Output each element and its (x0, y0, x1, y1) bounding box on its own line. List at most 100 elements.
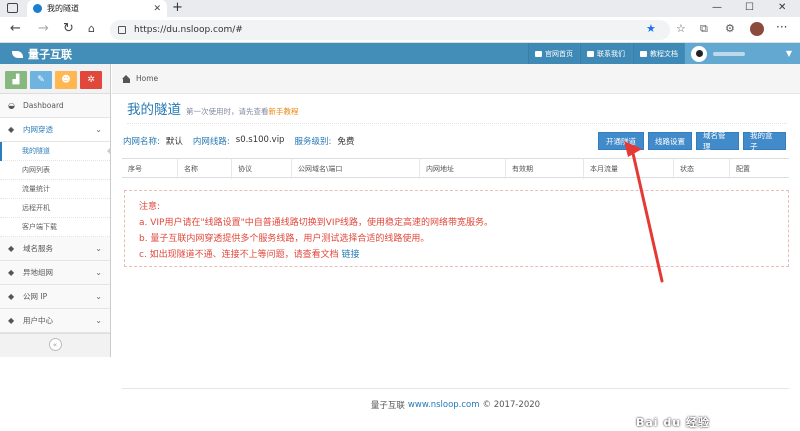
sidebar-item-label: Dashboard (23, 101, 64, 110)
close-tab-icon[interactable]: ✕ (153, 4, 161, 14)
users-shortcut-icon[interactable]: ☻ (55, 71, 77, 89)
sidebar-item-label: 域名服务 (23, 244, 53, 253)
tutorial-link[interactable]: 新手教程 (269, 106, 299, 117)
chevron-down-icon: ⌄ (95, 292, 102, 301)
chart-shortcut-icon[interactable]: ▟ (5, 71, 27, 89)
table-header[interactable]: 协议 (232, 159, 292, 179)
browser-profile-avatar[interactable] (750, 22, 764, 36)
sidebar-item-user-center[interactable]: ◆ 用户中心 ⌄ (0, 309, 110, 333)
maximize-icon[interactable]: ☐ (745, 2, 754, 13)
sidebar-item-intranet[interactable]: ◆ 内网穿透 ⌄ (0, 118, 110, 142)
new-tab-button[interactable]: + (172, 1, 183, 15)
sidebar-subitem-intranet-list[interactable]: 内网列表 (0, 161, 110, 180)
name-label: 内网名称: (123, 137, 160, 147)
browser-tab-strip: 我的隧道 ✕ + — ☐ ✕ (0, 0, 800, 17)
sidebar-item-remote-network[interactable]: ◆ 异地组网 ⌄ (0, 261, 110, 285)
home-icon (122, 74, 131, 83)
brand-logo[interactable]: 量子互联 (12, 46, 72, 62)
extensions-icon[interactable]: ⚙ (725, 23, 735, 35)
breadcrumb-home[interactable]: Home (136, 74, 158, 83)
browser-tab[interactable]: 我的隧道 ✕ (27, 0, 167, 17)
tab-actions-icon[interactable] (7, 3, 18, 13)
chevron-down-icon: ⌄ (95, 125, 102, 134)
chevron-down-icon: ⌄ (95, 316, 102, 325)
breadcrumb: Home (112, 64, 800, 94)
my-box-button[interactable]: 我的盒子 (743, 131, 786, 151)
sidebar-subitem-label: 我的隧道 (22, 147, 50, 155)
sidebar-item-label: 公网 IP (23, 292, 48, 301)
reload-icon[interactable]: ↻ (63, 22, 74, 36)
docs-link[interactable]: 链接 (342, 250, 360, 260)
sidebar-shortcuts: ▟ ✎ ☻ ✲ (0, 64, 110, 94)
footer-brand: 量子互联 (370, 400, 405, 411)
table-header[interactable]: 内网地址 (420, 159, 506, 179)
chevron-down-icon: ⌄ (95, 244, 102, 253)
back-icon[interactable]: ← (10, 22, 21, 36)
table-header[interactable]: 有效期 (506, 159, 584, 179)
page-title: 我的隧道 (127, 102, 181, 118)
table-header[interactable]: 公网域名\端口 (292, 159, 420, 179)
collections-icon[interactable]: ⧉ (700, 23, 708, 35)
table-header[interactable]: 序号 (122, 159, 178, 179)
address-bar[interactable]: https://du.nsloop.com/# (110, 20, 670, 40)
header-link-label: 官网首页 (545, 49, 573, 58)
tag-icon: ◆ (8, 125, 15, 134)
brand-name: 量子互联 (28, 48, 72, 61)
tab-title: 我的隧道 (47, 4, 79, 13)
footer-site-link[interactable]: www.nsloop.com (408, 400, 480, 410)
notice-box: 注意: a. VIP用户请在"线路设置"中自普通线路切换到VIP线路，使用稳定高… (124, 190, 789, 267)
domain-manage-button[interactable]: 域名管理 (696, 131, 739, 151)
header-link-label: 联系我们 (597, 49, 625, 58)
sidebar-item-label: 异地组网 (23, 268, 53, 277)
sidebar-collapse: « (0, 333, 110, 355)
monitor-icon (535, 50, 542, 57)
double-chevron-left-icon[interactable]: « (48, 338, 62, 351)
tag-icon: ◆ (8, 244, 15, 253)
cogs-shortcut-icon[interactable]: ✲ (80, 71, 102, 89)
forward-icon[interactable]: → (38, 22, 49, 36)
watermark: Bai du 经验 (636, 416, 710, 429)
sidebar-subitem-label: 流量统计 (22, 185, 50, 193)
sidebar-subitem-label: 内网列表 (22, 166, 50, 174)
header-link-label: 教程文档 (650, 49, 678, 58)
tunnel-table: 序号 名称 协议 公网域名\端口 内网地址 有效期 本月流量 状态 配置 (122, 158, 789, 179)
lock-icon (118, 26, 126, 34)
pencil-shortcut-icon[interactable]: ✎ (30, 71, 52, 89)
table-header[interactable]: 状态 (674, 159, 730, 179)
header-link-home[interactable]: 官网首页 (528, 43, 579, 64)
sidebar-item-domain[interactable]: ◆ 域名服务 ⌄ (0, 237, 110, 261)
table-header[interactable]: 名称 (178, 159, 232, 179)
browser-menu-icon[interactable]: ··· (776, 20, 787, 34)
sidebar-subitem-traffic[interactable]: 流量统计 (0, 180, 110, 199)
minimize-icon[interactable]: — (712, 2, 722, 13)
sidebar-subitem-my-tunnels[interactable]: 我的隧道 (0, 142, 111, 161)
intranet-info: 内网名称: 默认 内网线路: s0.s100.vip 服务级别: 免费 (123, 135, 358, 147)
notice-line-c: c. 如出现隧道不通、连接不上等问题，请查看文档 (139, 250, 339, 260)
user-menu[interactable]: ▼ (685, 43, 800, 64)
read-aloud-icon[interactable]: ☆ (676, 23, 686, 35)
favicon-icon (33, 4, 42, 13)
tag-icon: ◆ (8, 292, 15, 301)
avatar (691, 45, 707, 62)
sidebar-subitem-wake[interactable]: 远程开机 (0, 199, 110, 218)
sidebar: ▟ ✎ ☻ ✲ ◒ Dashboard ◆ 内网穿透 ⌄ 我的隧道 内网列表 流… (0, 64, 111, 357)
line-label: 内网线路: (192, 137, 230, 147)
close-window-icon[interactable]: ✕ (778, 2, 786, 13)
sidebar-item-dashboard[interactable]: ◒ Dashboard (0, 94, 110, 118)
home-icon[interactable]: ⌂ (88, 22, 95, 36)
table-header[interactable]: 配置 (730, 159, 789, 179)
favorite-star-icon[interactable]: ★ (646, 23, 656, 35)
sidebar-subitem-label: 远程开机 (22, 204, 50, 212)
dashboard-icon: ◒ (8, 101, 15, 110)
sidebar-item-label: 用户中心 (23, 316, 53, 325)
annotation-arrow (624, 141, 664, 283)
caret-down-icon: ▼ (785, 49, 792, 58)
footer-copyright: © 2017-2020 (482, 399, 541, 410)
app-header: 量子互联 官网首页 联系我们 教程文档 ▼ (0, 43, 800, 64)
header-link-contact[interactable]: 联系我们 (580, 43, 631, 64)
header-link-docs[interactable]: 教程文档 (633, 43, 684, 64)
book-icon (640, 50, 647, 57)
sidebar-subitem-download[interactable]: 客户端下载 (0, 218, 110, 237)
sidebar-item-public-ip[interactable]: ◆ 公网 IP ⌄ (0, 285, 110, 309)
level-label: 服务级别: (294, 137, 332, 147)
